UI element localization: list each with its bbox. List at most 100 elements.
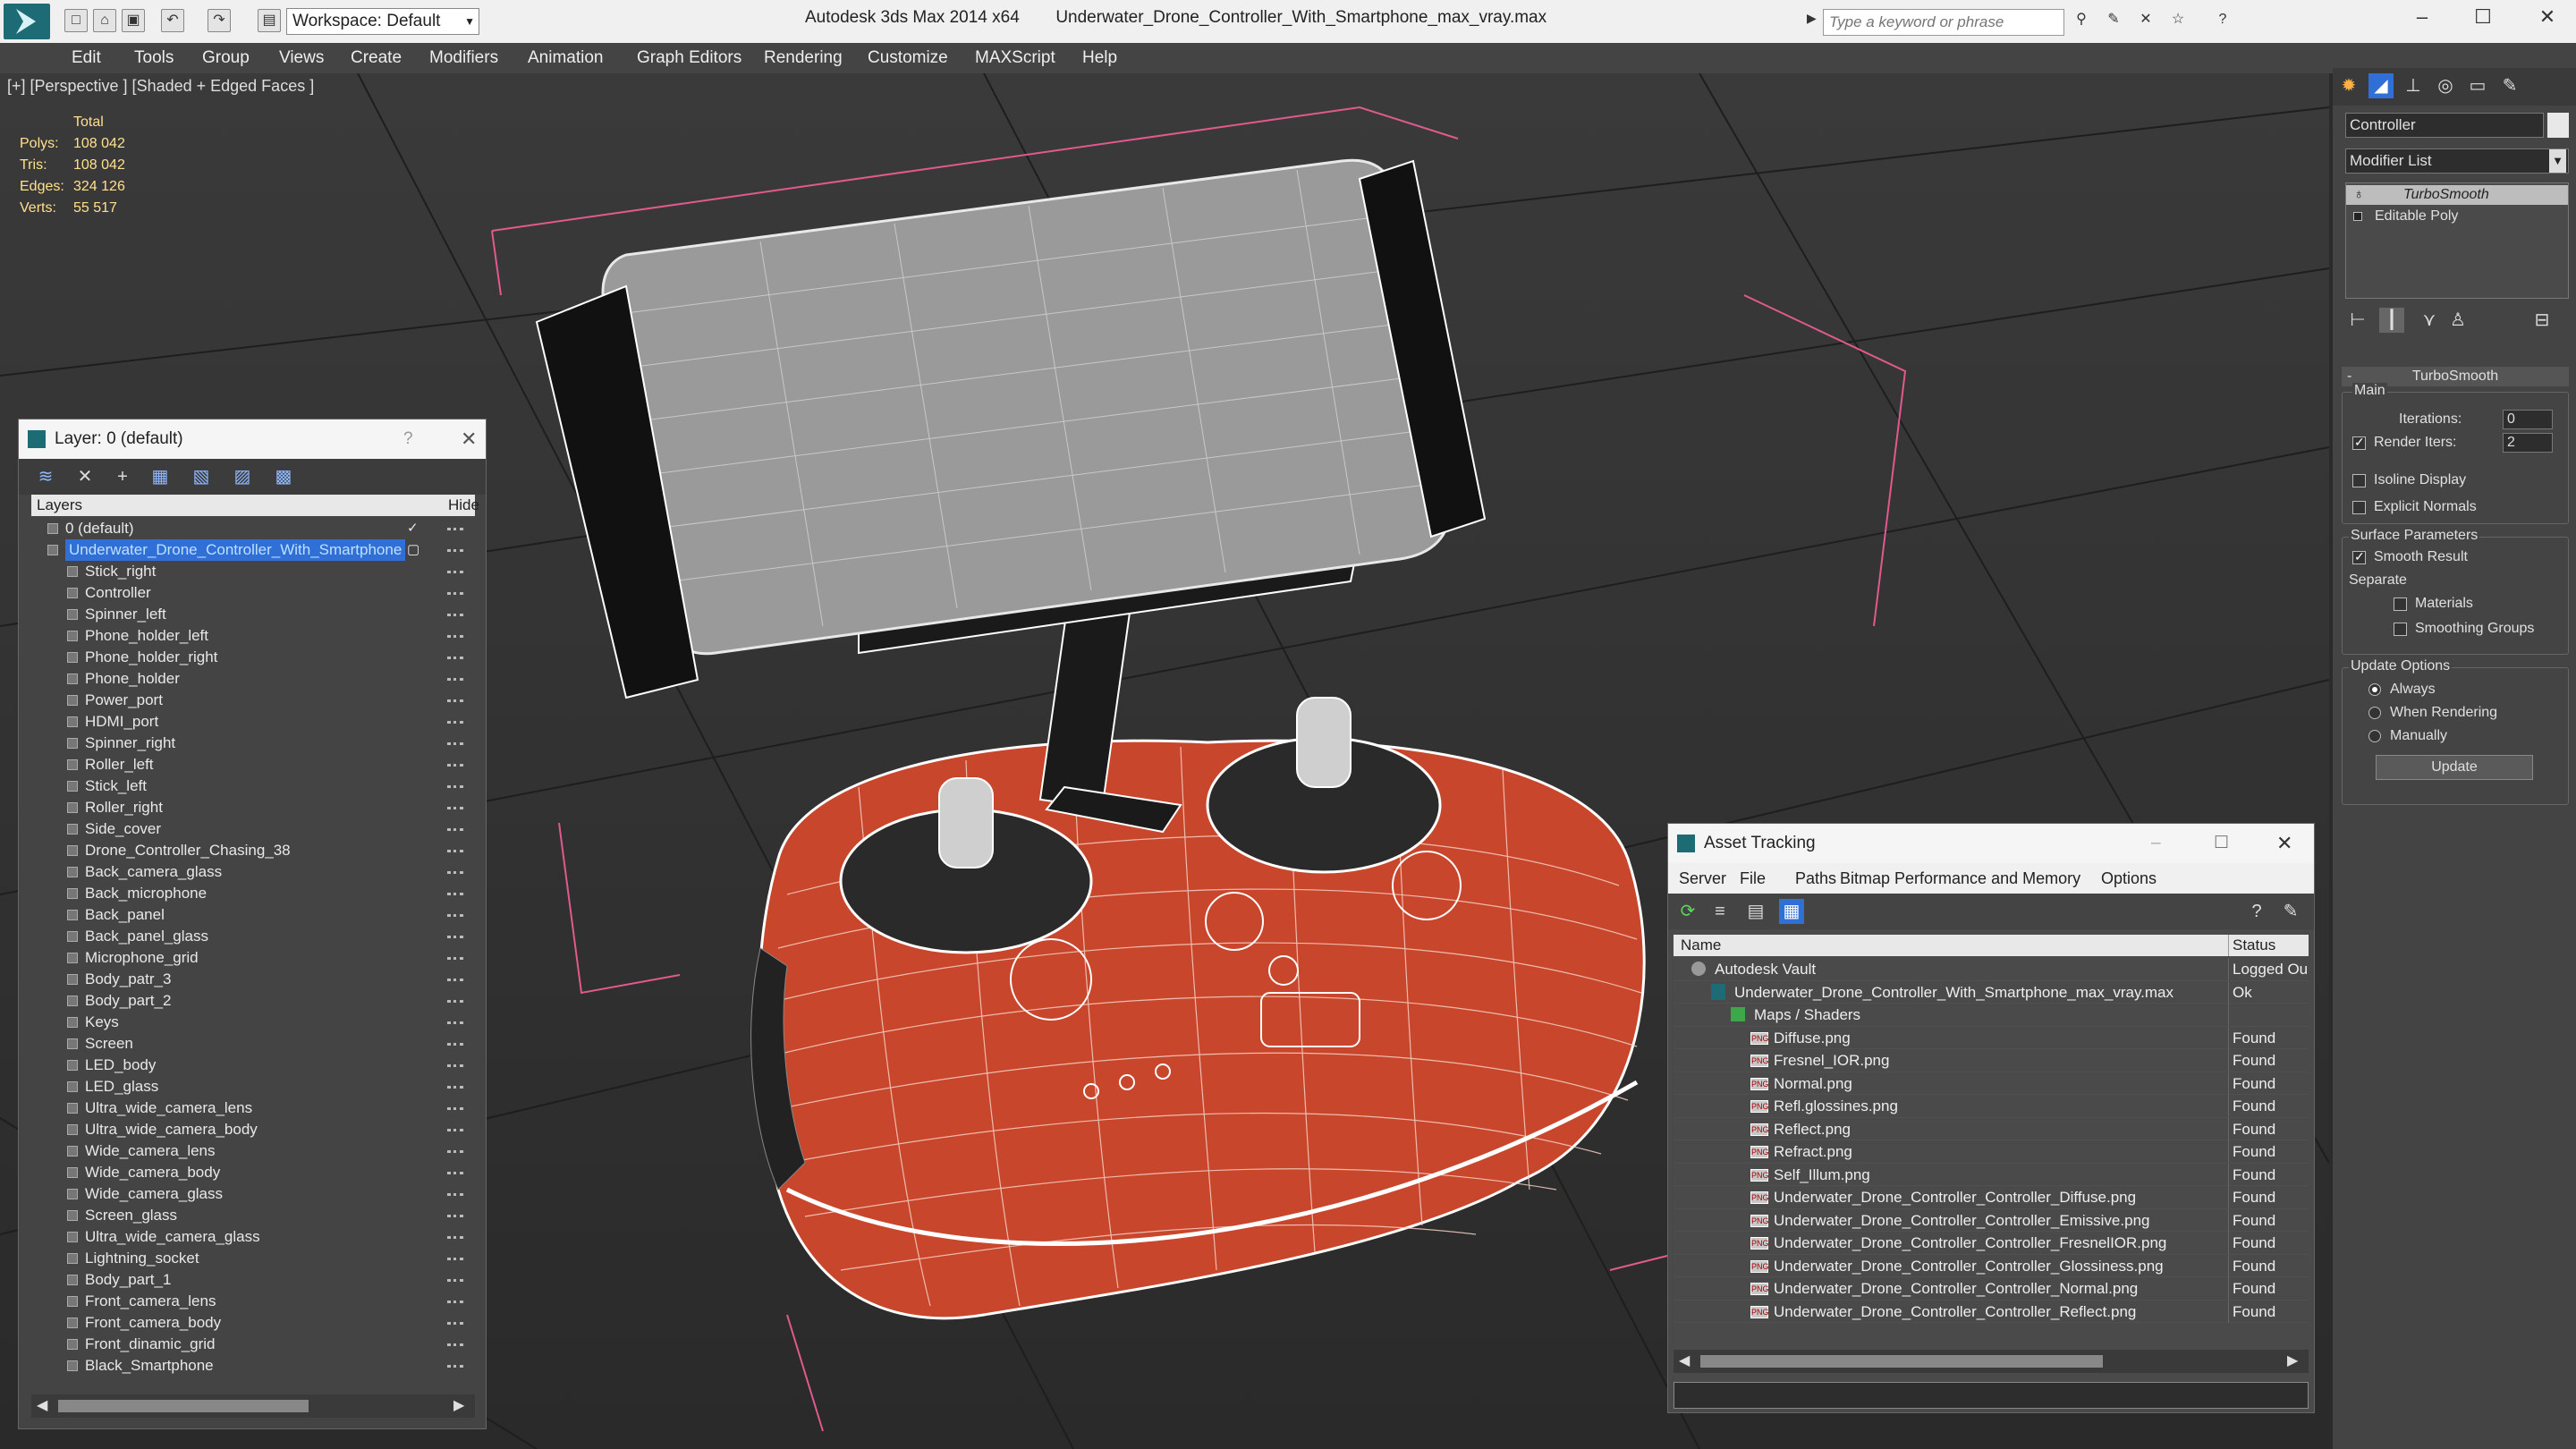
hide-toggle[interactable] — [447, 764, 463, 767]
hide-toggle[interactable] — [447, 1150, 463, 1153]
asset-row[interactable]: Maps / Shaders — [1674, 1004, 2309, 1027]
asset-h-scrollbar[interactable]: ◀ ▶ — [1674, 1350, 2309, 1373]
layer-row[interactable]: Side_cover — [31, 818, 475, 840]
hide-toggle[interactable] — [447, 1021, 463, 1024]
smoothing-groups-checkbox[interactable] — [2394, 623, 2407, 636]
update-button[interactable]: Update — [2376, 755, 2533, 780]
layer-row[interactable]: Spinner_right — [31, 733, 475, 754]
hide-toggle[interactable] — [447, 1129, 463, 1131]
asset-row[interactable]: PNG Underwater_Drone_Controller_Controlle… — [1674, 1186, 2309, 1209]
configure-sets-icon[interactable]: ⊟ — [2529, 308, 2555, 333]
hide-toggle[interactable] — [447, 1301, 463, 1303]
lightbulb-icon[interactable]: ♁ — [2353, 185, 2364, 205]
hide-toggle[interactable] — [447, 828, 463, 831]
hide-toggle[interactable] — [447, 592, 463, 595]
maximize-icon[interactable]: ☐ — [2214, 824, 2229, 863]
layer-row[interactable]: Stick_right — [31, 561, 475, 582]
asset-row[interactable]: PNG Underwater_Drone_Controller_Controlle… — [1674, 1208, 2309, 1232]
hide-toggle[interactable] — [447, 678, 463, 681]
star-icon[interactable]: ☆ — [2166, 9, 2190, 32]
layer-row[interactable]: Phone_holder — [31, 668, 475, 690]
hide-all-icon[interactable]: ▨ — [230, 464, 255, 489]
layer-row[interactable]: LED_glass — [31, 1076, 475, 1097]
layer-row[interactable]: Back_panel_glass — [31, 926, 475, 947]
layer-row[interactable]: Screen_glass — [31, 1205, 475, 1226]
minimize-icon[interactable]: – — [2151, 824, 2161, 863]
pin-stack-icon[interactable]: ⊢ — [2345, 308, 2370, 333]
layer-panel-titlebar[interactable]: Layer: 0 (default) ? ✕ — [19, 419, 486, 459]
always-radio[interactable] — [2368, 683, 2381, 696]
layer-row[interactable]: Keys — [31, 1012, 475, 1033]
layer-row[interactable]: Roller_left — [31, 754, 475, 775]
menu-help[interactable]: Help — [1082, 48, 1117, 68]
save-file-icon[interactable]: ▣ — [122, 9, 145, 32]
hide-toggle[interactable] — [447, 807, 463, 809]
asset-row[interactable]: PNG Self_Illum.png Found — [1674, 1163, 2309, 1186]
create-tab-icon[interactable]: ✹ — [2336, 73, 2361, 98]
hide-toggle[interactable] — [447, 1064, 463, 1067]
asset-row[interactable]: PNG Fresnel_IOR.png Found — [1674, 1049, 2309, 1072]
expand-icon[interactable] — [2353, 212, 2362, 221]
layers-column-header[interactable]: Layers — [37, 495, 82, 516]
search-input[interactable] — [1823, 9, 2064, 36]
menu-customize[interactable]: Customize — [868, 48, 948, 68]
asset-row[interactable]: PNG Underwater_Drone_Controller_Controlle… — [1674, 1232, 2309, 1255]
layer-row[interactable]: Body_patr_3 — [31, 969, 475, 990]
layer-row[interactable]: Body_part_1 — [31, 1269, 475, 1291]
viewport-label[interactable]: [+] [Perspective ] [Shaded + Edged Faces… — [7, 77, 314, 96]
show-end-result-icon[interactable]: ┃ — [2379, 308, 2404, 333]
hide-toggle[interactable] — [447, 1172, 463, 1174]
asset-row[interactable]: PNG Refract.png Found — [1674, 1140, 2309, 1164]
active-layer-check-icon[interactable]: ✓ — [407, 518, 419, 539]
when-rendering-radio[interactable] — [2368, 707, 2381, 719]
layer-row[interactable]: Back_camera_glass — [31, 861, 475, 883]
close-icon[interactable]: ✕ — [2276, 824, 2292, 863]
layer-status-icon[interactable]: ▢ — [407, 539, 419, 561]
hide-toggle[interactable] — [447, 785, 463, 788]
hide-toggle[interactable] — [447, 721, 463, 724]
menu-rendering[interactable]: Rendering — [764, 48, 843, 68]
hide-toggle[interactable] — [447, 1343, 463, 1346]
layer-row[interactable]: Ultra_wide_camera_body — [31, 1119, 475, 1140]
scroll-left-icon[interactable]: ◀ — [1679, 1352, 1690, 1369]
menu-create[interactable]: Create — [351, 48, 402, 68]
hide-toggle[interactable] — [447, 699, 463, 702]
manually-radio[interactable] — [2368, 730, 2381, 742]
hierarchy-tab-icon[interactable]: ⊥ — [2401, 73, 2426, 98]
hide-toggle[interactable] — [447, 1236, 463, 1239]
hide-toggle[interactable] — [447, 957, 463, 960]
add-to-layer-icon[interactable]: + — [110, 464, 135, 489]
menu-modifiers[interactable]: Modifiers — [429, 48, 498, 68]
motion-tab-icon[interactable]: ◎ — [2433, 73, 2458, 98]
hide-toggle[interactable] — [447, 1258, 463, 1260]
object-name-field[interactable]: Controller — [2345, 113, 2544, 138]
make-unique-icon[interactable]: ⋎ — [2417, 308, 2442, 333]
hide-toggle[interactable] — [447, 871, 463, 874]
layer-row[interactable]: Underwater_Drone_Controller_With_Smartph… — [31, 539, 475, 561]
hide-toggle[interactable] — [447, 1215, 463, 1217]
hide-toggle[interactable] — [447, 914, 463, 917]
hide-toggle[interactable] — [447, 1279, 463, 1282]
scroll-thumb[interactable] — [58, 1400, 309, 1412]
stack-item-turbosmooth[interactable]: ♁ TurboSmooth — [2346, 185, 2568, 205]
delete-layer-icon[interactable]: ✕ — [72, 464, 97, 489]
hide-toggle[interactable] — [447, 1322, 463, 1325]
hide-toggle[interactable] — [447, 979, 463, 981]
layer-row[interactable]: Front_camera_lens — [31, 1291, 475, 1312]
settings-icon[interactable]: ✎ — [2278, 899, 2303, 924]
render-iters-checkbox[interactable] — [2352, 435, 2366, 450]
scroll-right-icon[interactable]: ▶ — [2287, 1352, 2298, 1369]
search-arrow-icon[interactable]: ▶ — [1807, 11, 1817, 26]
asset-row[interactable]: PNG Underwater_Drone_Controller_Controlle… — [1674, 1254, 2309, 1277]
undo-icon[interactable]: ↶ — [161, 9, 184, 32]
close-icon[interactable]: ✕ — [461, 419, 477, 459]
workspace-select[interactable]: Workspace: Default ▼ — [286, 8, 479, 35]
status-column-header[interactable]: Status — [2228, 935, 2275, 956]
binoculars-icon[interactable]: ⚲ — [2070, 9, 2093, 32]
close-button[interactable]: ✕ — [2529, 5, 2565, 34]
layer-row[interactable]: Body_part_2 — [31, 990, 475, 1012]
object-color-swatch[interactable] — [2547, 113, 2569, 138]
refresh-icon[interactable]: ⟳ — [1675, 899, 1700, 924]
layer-row[interactable]: Controller — [31, 582, 475, 604]
asset-row[interactable]: PNG Underwater_Drone_Controller_Controlle… — [1674, 1300, 2309, 1323]
